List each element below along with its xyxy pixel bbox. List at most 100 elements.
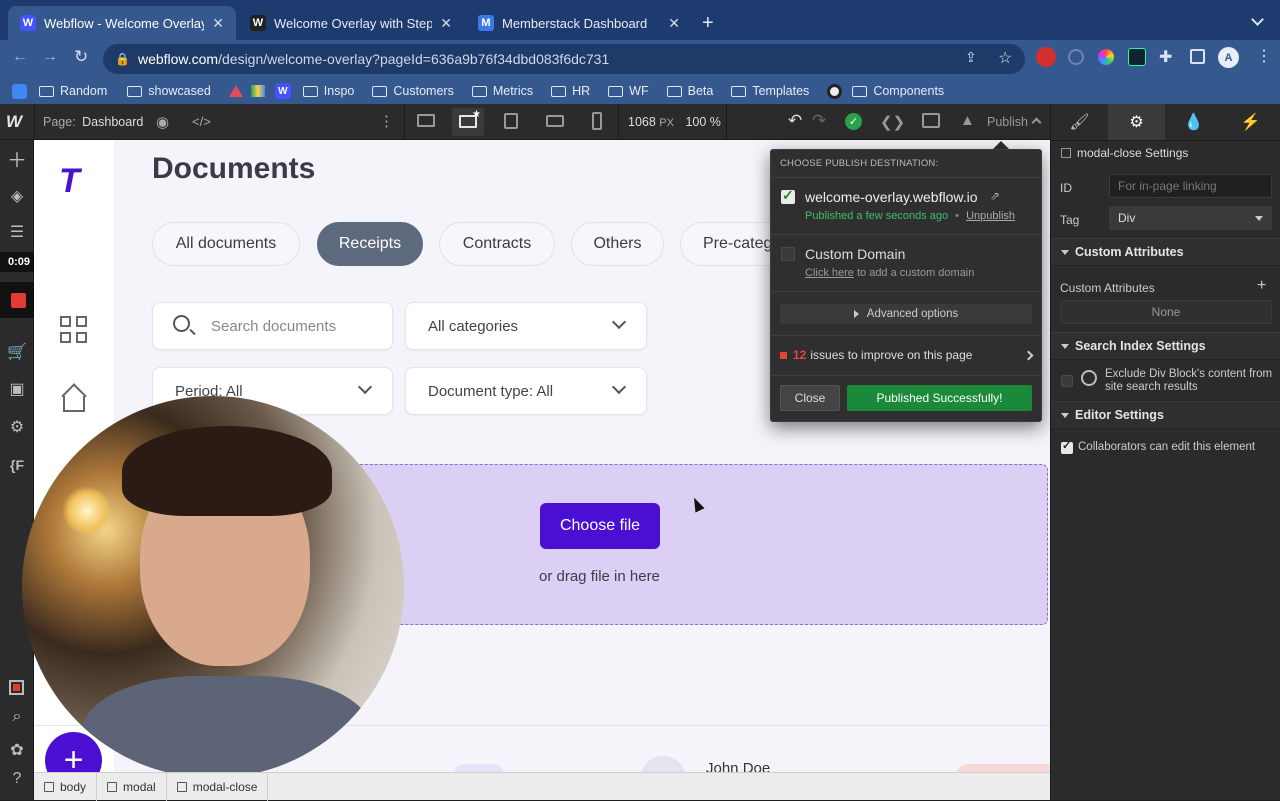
- domain-checkbox[interactable]: ✓: [781, 187, 795, 204]
- external-link-icon[interactable]: ⇗: [990, 189, 1000, 203]
- extension-icon[interactable]: [1128, 48, 1146, 66]
- custom-attributes-section[interactable]: Custom Attributes: [1051, 238, 1280, 266]
- tab-welcome-overlay[interactable]: W Welcome Overlay with Steps ✕: [238, 6, 464, 40]
- bookmark-wf[interactable]: WF: [608, 84, 649, 98]
- close-icon[interactable]: ✕: [668, 15, 680, 32]
- style-brush-icon[interactable]: 🖌: [1051, 104, 1108, 140]
- breakpoint-large-icon[interactable]: [417, 114, 435, 127]
- cms-icon[interactable]: {F: [6, 454, 28, 476]
- choose-file-button[interactable]: Choose file: [540, 503, 660, 549]
- breakpoint-desktop-selected[interactable]: ★: [452, 108, 484, 136]
- interactions-drops-icon[interactable]: 💧: [1165, 104, 1222, 140]
- document-type-select[interactable]: Document type: All: [405, 367, 647, 415]
- published-success-button[interactable]: Published Successfully!: [847, 385, 1032, 411]
- close-button[interactable]: Close: [780, 385, 840, 411]
- sidebar-toggle-icon[interactable]: [1190, 49, 1205, 64]
- undo-icon[interactable]: ↶: [788, 111, 802, 131]
- publish-button[interactable]: Publish: [987, 115, 1028, 129]
- record-square-icon[interactable]: [9, 680, 24, 695]
- breadcrumb-body[interactable]: body: [34, 772, 98, 801]
- check-status-icon[interactable]: ✓: [845, 113, 862, 130]
- bookmark-drive-icon[interactable]: [250, 85, 265, 97]
- preview-eye-icon[interactable]: ◉: [156, 113, 169, 131]
- tab-webflow-designer[interactable]: W Webflow - Welcome Overlay w ✕: [8, 6, 236, 40]
- tab-search-icon[interactable]: [1251, 13, 1264, 26]
- breadcrumb-modal[interactable]: modal: [97, 772, 167, 801]
- bookmark-customers[interactable]: Customers: [372, 84, 454, 98]
- canvas-width-readout[interactable]: 1068 PX 100 %: [628, 115, 721, 129]
- bookmark-random[interactable]: Random: [39, 84, 107, 98]
- breakpoint-landscape-icon[interactable]: [546, 115, 564, 127]
- close-icon[interactable]: ✕: [440, 15, 452, 32]
- chevron-up-icon[interactable]: [1031, 117, 1042, 128]
- url-field[interactable]: 🔒 webflow.com/design/welcome-overlay?pag…: [103, 44, 1025, 74]
- bookmark-showcased[interactable]: showcased: [127, 84, 211, 98]
- puzzle-icon[interactable]: ✚: [1159, 47, 1172, 67]
- more-kebab-icon[interactable]: ⋮: [379, 112, 394, 130]
- home-icon[interactable]: [60, 383, 88, 412]
- code-export-icon[interactable]: ❮❯: [880, 113, 905, 131]
- tag-select[interactable]: Div: [1109, 206, 1272, 230]
- interactions-bolt-icon[interactable]: ⚡: [1222, 104, 1279, 140]
- navigator-icon[interactable]: ☰: [6, 221, 28, 243]
- advanced-options-toggle[interactable]: Advanced options: [780, 304, 1032, 324]
- forward-arrow-icon[interactable]: →: [42, 48, 58, 66]
- bookmark-hr[interactable]: HR: [551, 84, 590, 98]
- bookmark-templates[interactable]: Templates: [731, 84, 809, 98]
- bookmark-components[interactable]: Components: [852, 84, 944, 98]
- exclude-search-checkbox[interactable]: [1061, 375, 1073, 387]
- app-logo[interactable]: T: [59, 162, 80, 201]
- breakpoint-mobile-icon[interactable]: [592, 112, 602, 130]
- reload-icon[interactable]: ↻: [74, 47, 88, 67]
- collaborators-checkbox[interactable]: ✓: [1061, 440, 1073, 454]
- bookmark-triangle-icon[interactable]: [228, 85, 243, 97]
- share-icon[interactable]: ⇪: [965, 49, 977, 66]
- extension-icon[interactable]: [1068, 49, 1084, 65]
- search-documents-input[interactable]: Search documents: [152, 302, 393, 350]
- menu-kebab-icon[interactable]: ⋮: [1256, 46, 1272, 66]
- google-icon[interactable]: [12, 83, 27, 99]
- breakpoint-tablet-icon[interactable]: [504, 113, 518, 129]
- settings-gear-icon[interactable]: ⚙: [6, 416, 28, 438]
- ecommerce-cart-icon[interactable]: 🛒: [6, 341, 28, 363]
- webflow-logo-icon[interactable]: W: [6, 112, 22, 132]
- color-picker-icon[interactable]: [1098, 49, 1114, 65]
- filter-receipts[interactable]: Receipts: [317, 222, 423, 266]
- bookmark-panda-icon[interactable]: [827, 83, 843, 99]
- editor-settings-section[interactable]: Editor Settings: [1051, 401, 1280, 429]
- close-icon[interactable]: ✕: [212, 15, 224, 32]
- search-icon[interactable]: ⌕: [6, 706, 28, 728]
- code-icon[interactable]: </>: [192, 114, 211, 129]
- symbols-cube-icon[interactable]: ◈: [6, 185, 28, 207]
- add-attribute-icon[interactable]: +: [1257, 277, 1266, 295]
- assets-icon[interactable]: ▣: [6, 378, 28, 400]
- back-arrow-icon[interactable]: ←: [12, 48, 28, 66]
- bookmark-inspo[interactable]: Inspo: [302, 84, 354, 98]
- click-here-link[interactable]: Click here: [805, 267, 854, 279]
- audit-icon[interactable]: ✿: [6, 739, 28, 761]
- bookmark-metrics[interactable]: Metrics: [471, 84, 533, 98]
- bookmark-webflow-icon[interactable]: W: [274, 83, 291, 99]
- page-selector[interactable]: Page: Dashboard: [43, 115, 143, 129]
- issues-row[interactable]: 12 issues to improve on this page: [780, 343, 1034, 367]
- tab-memberstack[interactable]: M Memberstack Dashboard ✕: [466, 6, 692, 40]
- publish-rocket-icon[interactable]: ▲: [960, 112, 975, 129]
- custom-domain-checkbox[interactable]: [781, 247, 795, 261]
- redo-icon[interactable]: ↷: [812, 111, 826, 131]
- filter-all-documents[interactable]: All documents: [152, 222, 300, 266]
- export-icon[interactable]: [922, 113, 940, 128]
- filter-others[interactable]: Others: [571, 222, 664, 266]
- filter-contracts[interactable]: Contracts: [439, 222, 555, 266]
- grid-icon[interactable]: [60, 316, 88, 344]
- profile-avatar[interactable]: A: [1218, 47, 1239, 68]
- categories-select[interactable]: All categories: [405, 302, 647, 350]
- bookmark-beta[interactable]: Beta: [666, 84, 713, 98]
- unpublish-link[interactable]: Unpublish: [966, 210, 1015, 222]
- recording-stop-button[interactable]: [0, 282, 38, 318]
- new-tab-button[interactable]: +: [702, 12, 714, 35]
- add-element-icon[interactable]: ＋: [6, 147, 28, 172]
- search-index-section[interactable]: Search Index Settings: [1051, 332, 1280, 360]
- star-icon[interactable]: ☆: [998, 48, 1012, 68]
- id-input[interactable]: For in-page linking: [1109, 174, 1272, 198]
- breadcrumb-modal-close[interactable]: modal-close: [167, 772, 269, 801]
